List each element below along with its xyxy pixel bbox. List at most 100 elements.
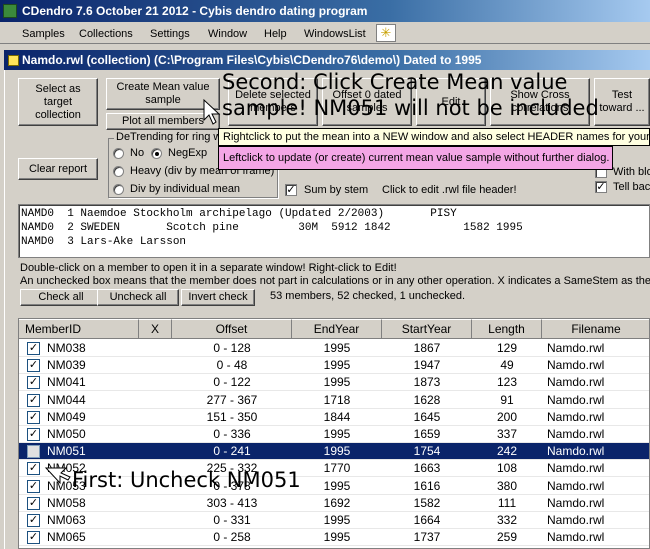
- row-checkbox[interactable]: ✓: [27, 393, 40, 407]
- rwl-header-memo[interactable]: NAMD0 1 Naemdoe Stockholm archipelago (U…: [18, 204, 650, 258]
- table-row[interactable]: ✓ NM039 0 - 48 1995 1947 49 Namdo.rwl: [19, 357, 649, 375]
- app-title-bar: CDendro 7.6 October 21 2012 - Cybis dend…: [0, 0, 650, 22]
- cell-memberid: NM041: [47, 375, 86, 390]
- cell-x: [139, 392, 172, 409]
- sum-by-stem-checkbox[interactable]: ✓: [285, 184, 297, 196]
- detrend-no-radio[interactable]: [113, 148, 124, 159]
- arrow-to-nm051-icon: [44, 467, 71, 485]
- test-toward-button[interactable]: Test toward ...: [594, 78, 650, 126]
- tell-back-label: Tell bac: [613, 181, 650, 193]
- col-header-endyear[interactable]: EndYear: [292, 319, 382, 339]
- cell-endyear: 1995: [323, 341, 351, 355]
- row-checkbox[interactable]: ✓: [27, 462, 40, 476]
- member-summary: 53 members, 52 checked, 1 unchecked.: [270, 290, 466, 302]
- cell-memberid: NM058: [47, 495, 86, 510]
- table-row[interactable]: ✓ NM049 151 - 350 1844 1645 200 Namdo.rwl: [19, 409, 649, 426]
- detrend-div-mean-label: Div by individual mean: [130, 183, 241, 195]
- col-header-x[interactable]: X: [139, 319, 172, 339]
- row-checkbox[interactable]: ✓: [27, 376, 40, 390]
- cell-memberid: NM063: [47, 513, 86, 527]
- cell-memberid: NM044: [47, 392, 86, 407]
- instruction-line-1: Double-click on a member to open it in a…: [20, 262, 397, 274]
- detrending-legend: DeTrending for ring w: [114, 131, 224, 143]
- row-checkbox[interactable]: ✓: [27, 342, 40, 355]
- table-row[interactable]: NM051 0 - 241 1995 1754 242 Namdo.rwl: [19, 443, 649, 461]
- uncheck-all-button[interactable]: Uncheck all: [97, 289, 179, 306]
- menu-window[interactable]: Window: [208, 26, 247, 42]
- col-header-memberid[interactable]: MemberID: [19, 319, 139, 339]
- annotation-second-line2: sample! NM051 will not be included: [222, 96, 599, 120]
- cell-endyear: 1995: [323, 427, 351, 441]
- cell-startyear: 1628: [413, 392, 441, 407]
- row-checkbox[interactable]: ✓: [27, 359, 40, 373]
- menu-settings[interactable]: Settings: [150, 26, 190, 42]
- table-row[interactable]: ✓ NM063 0 - 331 1995 1664 332 Namdo.rwl: [19, 512, 649, 529]
- clear-report-button[interactable]: Clear report: [18, 158, 98, 180]
- row-checkbox[interactable]: ✓: [27, 410, 40, 424]
- row-checkbox[interactable]: ✓: [27, 479, 40, 493]
- cell-endyear: 1995: [323, 358, 351, 373]
- cell-offset: 151 - 350: [206, 409, 258, 424]
- col-header-offset[interactable]: Offset: [172, 319, 292, 339]
- tell-back-checkbox[interactable]: ✓: [595, 181, 607, 193]
- cell-length: 200: [496, 409, 518, 424]
- menu-help[interactable]: Help: [264, 26, 287, 42]
- row-checkbox[interactable]: ✓: [27, 514, 40, 527]
- cell-x: [139, 357, 172, 374]
- row-checkbox[interactable]: [27, 445, 40, 459]
- check-all-button[interactable]: Check all: [20, 289, 102, 306]
- cell-filename: Namdo.rwl: [547, 341, 605, 355]
- cell-length: 123: [496, 375, 518, 390]
- col-header-length[interactable]: Length: [472, 319, 542, 339]
- header-line-3: NAMD0 3 Lars-Ake Larsson: [21, 236, 187, 248]
- cell-offset: 0 - 128: [213, 341, 251, 355]
- arrow-to-create-mean-icon: [203, 98, 221, 125]
- table-row[interactable]: ✓ NM050 0 - 336 1995 1659 337 Namdo.rwl: [19, 426, 649, 443]
- cell-filename: Namdo.rwl: [547, 444, 605, 459]
- table-row[interactable]: ✓ NM041 0 - 122 1995 1873 123 Namdo.rwl: [19, 374, 649, 392]
- cell-endyear: 1995: [323, 444, 351, 459]
- menu-collections[interactable]: Collections: [79, 26, 133, 42]
- cell-startyear: 1659: [413, 427, 441, 441]
- cell-x: [139, 340, 172, 357]
- sun-icon[interactable]: ✳: [376, 24, 396, 42]
- menu-windowslist[interactable]: WindowsList: [304, 26, 366, 42]
- row-checkbox[interactable]: ✓: [27, 428, 40, 441]
- cell-startyear: 1663: [413, 461, 441, 476]
- cell-offset: 0 - 336: [213, 427, 251, 441]
- cell-length: 259: [496, 530, 518, 545]
- detrend-heavy-radio[interactable]: [113, 166, 124, 177]
- select-as-target-button[interactable]: Select as target collection: [18, 78, 98, 126]
- app-icon: [3, 4, 17, 18]
- detrend-no-label: No: [130, 147, 145, 159]
- members-table[interactable]: MemberID X Offset EndYear StartYear Leng…: [18, 318, 650, 549]
- cell-length: 337: [496, 427, 518, 441]
- cell-filename: Namdo.rwl: [547, 530, 605, 545]
- cell-endyear: 1995: [323, 375, 351, 390]
- invert-check-button[interactable]: Invert check: [181, 289, 255, 306]
- table-row[interactable]: ✓ NM058 303 - 413 1692 1582 111 Namdo.rwl: [19, 495, 649, 512]
- rightclick-hint-tooltip: Rightclick to put the mean into a NEW wi…: [218, 128, 650, 146]
- row-checkbox[interactable]: ✓: [27, 496, 40, 510]
- detrend-negexp-radio[interactable]: [151, 148, 162, 159]
- table-row[interactable]: ✓ NM044 277 - 367 1718 1628 91 Namdo.rwl: [19, 392, 649, 409]
- table-row[interactable]: ✓ NM065 0 - 258 1995 1737 259 Namdo.rwl: [19, 529, 649, 547]
- col-header-startyear[interactable]: StartYear: [382, 319, 472, 339]
- cell-endyear: 1718: [323, 392, 351, 407]
- cell-offset: 0 - 241: [213, 444, 251, 459]
- cell-length: 91: [500, 392, 514, 407]
- menu-samples[interactable]: Samples: [22, 26, 65, 42]
- cell-endyear: 1770: [323, 461, 351, 476]
- row-checkbox[interactable]: ✓: [27, 531, 40, 545]
- collection-window-title: Namdo.rwl (collection) (C:\Program Files…: [4, 50, 650, 70]
- cell-length: 380: [496, 478, 518, 493]
- table-row[interactable]: ✓ NM038 0 - 128 1995 1867 129 Namdo.rwl: [19, 340, 649, 357]
- edit-header-link[interactable]: Click to edit .rwl file header!: [382, 184, 517, 196]
- cell-endyear: 1995: [323, 478, 351, 493]
- sum-by-stem-label: Sum by stem: [304, 184, 369, 196]
- col-header-filename[interactable]: Filename: [542, 319, 649, 339]
- cell-filename: Namdo.rwl: [547, 513, 605, 527]
- cell-filename: Namdo.rwl: [547, 358, 605, 373]
- detrend-div-mean-radio[interactable]: [113, 184, 124, 195]
- cell-endyear: 1844: [323, 409, 351, 424]
